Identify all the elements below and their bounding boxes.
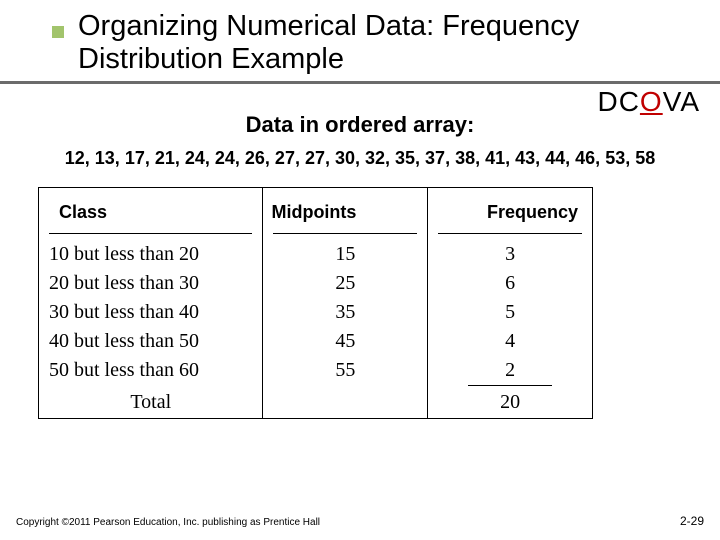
header-rule xyxy=(273,233,417,234)
header-rule xyxy=(438,233,582,234)
dcova-a: A xyxy=(680,86,700,117)
ordered-array: 12, 13, 17, 21, 24, 24, 26, 27, 27, 30, … xyxy=(0,148,720,169)
cell-frequency: 2 xyxy=(428,356,593,385)
cell-class: 10 but less than 20 xyxy=(39,240,263,269)
cell-frequency: 4 xyxy=(428,327,593,356)
header-class: Class xyxy=(39,187,263,233)
footer-page-number: 2-29 xyxy=(680,514,704,528)
header-midpoints: Midpoints xyxy=(263,187,428,233)
table-row: 40 but less than 50 45 4 xyxy=(39,327,593,356)
cell-frequency: 5 xyxy=(428,298,593,327)
footer-copyright: Copyright ©2011 Pearson Education, Inc. … xyxy=(16,517,320,528)
cell-midpoint: 55 xyxy=(263,356,428,385)
dcova-label: DCOVA xyxy=(597,86,700,118)
cell-class: 20 but less than 30 xyxy=(39,269,263,298)
cell-midpoint: 35 xyxy=(263,298,428,327)
slide: Organizing Numerical Data: Frequency Dis… xyxy=(0,0,720,540)
table-row: 10 but less than 20 15 3 xyxy=(39,240,593,269)
slide-title: Organizing Numerical Data: Frequency Dis… xyxy=(78,10,690,77)
cell-midpoint: 45 xyxy=(263,327,428,356)
title-rule xyxy=(0,81,720,84)
dcova-o: O xyxy=(640,86,663,117)
total-frequency: 20 xyxy=(428,386,593,419)
table-row: 50 but less than 60 55 2 xyxy=(39,356,593,385)
cell-class: 50 but less than 60 xyxy=(39,356,263,385)
cell-frequency: 6 xyxy=(428,269,593,298)
title-block: Organizing Numerical Data: Frequency Dis… xyxy=(0,0,720,77)
dcova-v: V xyxy=(663,86,681,117)
total-midpoint-empty xyxy=(263,386,428,419)
total-label: Total xyxy=(39,386,263,419)
cell-frequency: 3 xyxy=(428,240,593,269)
table-total-row: Total 20 xyxy=(39,386,593,419)
title-bullet-icon xyxy=(52,26,64,38)
header-rule xyxy=(49,233,252,234)
table-row: 20 but less than 30 25 6 xyxy=(39,269,593,298)
dcova-d: D xyxy=(597,86,618,117)
cell-midpoint: 15 xyxy=(263,240,428,269)
dcova-c: C xyxy=(619,86,640,117)
cell-class: 40 but less than 50 xyxy=(39,327,263,356)
header-frequency: Frequency xyxy=(428,187,593,233)
cell-class: 30 but less than 40 xyxy=(39,298,263,327)
frequency-table: Class Midpoints Frequency 10 but less th… xyxy=(38,187,593,419)
cell-midpoint: 25 xyxy=(263,269,428,298)
header-rule-row xyxy=(39,233,593,240)
table-row: 30 but less than 40 35 5 xyxy=(39,298,593,327)
table-header-row: Class Midpoints Frequency xyxy=(39,187,593,233)
